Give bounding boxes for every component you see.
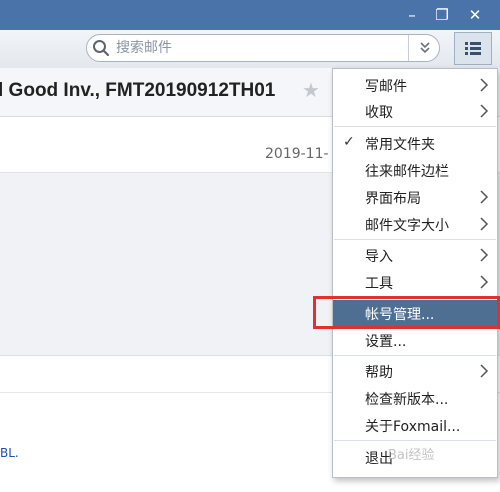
main-menu-button[interactable] [454, 32, 492, 65]
checkmark-icon: ✓ [343, 134, 355, 150]
menu-separator [334, 239, 496, 240]
menu-item-help[interactable]: 帮助 [333, 358, 497, 384]
menu-item-settings[interactable]: 设置... [333, 327, 497, 353]
menu-item-label: 写邮件 [365, 79, 407, 95]
search-divider [408, 35, 409, 61]
menu-item-check-update[interactable]: 检查新版本... [333, 385, 497, 411]
menu-item-label: 往来邮件边栏 [365, 164, 449, 180]
menu-item-receive[interactable]: 收取 [333, 98, 497, 124]
highlight-callout [313, 296, 500, 329]
list-menu-icon [465, 42, 481, 55]
menu-item-label: 设置... [365, 334, 407, 350]
message-body-link[interactable]: BL. [0, 446, 19, 460]
menu-item-tools[interactable]: 工具 [333, 269, 497, 295]
menu-item-label: 帮助 [365, 365, 393, 381]
menu-item-font-size[interactable]: 邮件文字大小 [333, 211, 497, 237]
restore-button[interactable]: ❐ [432, 5, 452, 25]
chevron-right-icon [480, 78, 489, 92]
window-titlebar [0, 0, 500, 30]
menu-separator [334, 126, 496, 127]
watermark: Bai经验 [388, 448, 435, 463]
chevron-right-icon [480, 248, 489, 262]
menu-item-label: 关于Foxmail... [365, 419, 461, 435]
menu-item-layout[interactable]: 界面布局 [333, 184, 497, 210]
chevron-double-down-icon[interactable] [411, 35, 439, 61]
menu-item-label: 导入 [365, 249, 393, 265]
menu-item-common-folders[interactable]: ✓ 常用文件夹 [333, 130, 497, 156]
chevron-right-icon [480, 364, 489, 378]
minimize-button[interactable]: – [402, 5, 422, 25]
menu-item-import[interactable]: 导入 [333, 242, 497, 268]
menu-separator [334, 355, 496, 356]
menu-item-label: 收取 [365, 105, 393, 121]
menu-item-label: 工具 [365, 276, 393, 292]
chevron-right-icon [480, 190, 489, 204]
search-input[interactable] [116, 37, 402, 59]
search-icon[interactable] [92, 39, 110, 57]
close-button[interactable]: ✕ [465, 5, 485, 25]
menu-item-label: 邮件文字大小 [365, 218, 449, 234]
menu-item-compose[interactable]: 写邮件 [333, 72, 497, 98]
menu-item-label: 界面布局 [365, 191, 421, 207]
menu-item-about[interactable]: 关于Foxmail... [333, 412, 497, 438]
chevron-right-icon [480, 217, 489, 231]
menu-item-label: 检查新版本... [365, 392, 449, 408]
menu-item-contact-sidebar[interactable]: 往来邮件边栏 [333, 157, 497, 183]
message-date: 2019-11- [265, 146, 329, 162]
chevron-right-icon [480, 275, 489, 289]
menu-separator [334, 440, 496, 441]
message-subject: l Good Inv., FMT20190912TH01 [0, 80, 276, 101]
chevron-right-icon [480, 104, 489, 118]
star-icon[interactable]: ★ [302, 78, 320, 102]
menu-item-label: 常用文件夹 [365, 137, 435, 153]
